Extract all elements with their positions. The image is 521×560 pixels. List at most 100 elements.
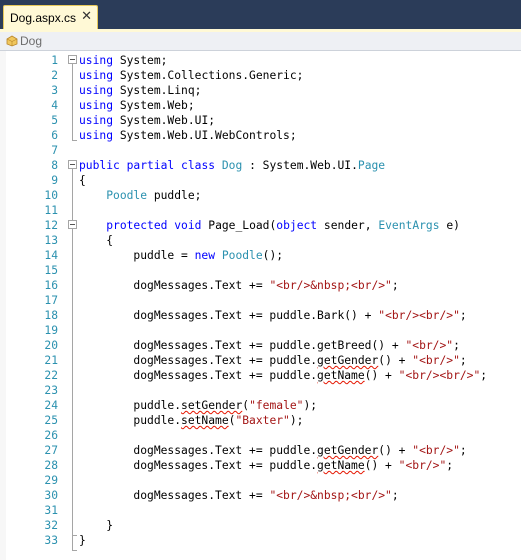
string-token: "<br/>&nbsp;<br/>" bbox=[269, 489, 392, 502]
code-text: } bbox=[79, 533, 86, 548]
code-editor[interactable]: Dog 1 using System; 2 using System.Collecti… bbox=[0, 32, 521, 560]
code-line[interactable]: 19 bbox=[0, 323, 521, 338]
code-text: puddle.setGender("female"); bbox=[79, 398, 317, 413]
code-token: ; bbox=[446, 459, 454, 472]
code-line[interactable]: 26 bbox=[0, 428, 521, 443]
code-text: { bbox=[79, 173, 86, 188]
code-line[interactable]: 31 bbox=[0, 503, 521, 518]
tab-dog-aspx-cs[interactable]: Dog.aspx.cs ✕ bbox=[3, 5, 98, 30]
error-token: getName bbox=[317, 369, 365, 382]
error-token: getGender bbox=[317, 354, 379, 367]
code-token: } bbox=[79, 534, 86, 547]
code-line[interactable]: 9{ bbox=[0, 173, 521, 188]
line-number: 10 bbox=[44, 189, 58, 202]
code-line[interactable]: 5 using System.Web.UI; bbox=[0, 113, 521, 128]
code-line[interactable]: 20 dogMessages.Text += puddle.getBreed()… bbox=[0, 338, 521, 353]
line-number: 6 bbox=[51, 129, 58, 142]
code-line[interactable]: 32 } bbox=[0, 518, 521, 533]
code-line[interactable]: 10 Poodle puddle; bbox=[0, 188, 521, 203]
code-line[interactable]: 33} bbox=[0, 533, 521, 548]
string-token: "<br/>" bbox=[412, 354, 460, 367]
code-line[interactable]: 24 puddle.setGender("female"); bbox=[0, 398, 521, 413]
code-line[interactable]: 12 protected void Page_Load(object sende… bbox=[0, 218, 521, 233]
keyword-token: using bbox=[79, 129, 114, 142]
code-token: ; bbox=[453, 339, 460, 352]
code-token: puddle. bbox=[79, 414, 182, 427]
string-token: "<br/>&nbsp;<br/>" bbox=[269, 279, 392, 292]
code-line[interactable]: 23 bbox=[0, 383, 521, 398]
code-line[interactable]: 29 bbox=[0, 473, 521, 488]
code-token: dogMessages.Text += bbox=[79, 489, 270, 502]
code-token: System.Web.UI; bbox=[119, 114, 216, 127]
line-number: 7 bbox=[51, 144, 58, 157]
line-number: 18 bbox=[44, 309, 58, 322]
code-line[interactable]: 18 dogMessages.Text += puddle.Bark() + "… bbox=[0, 308, 521, 323]
code-token: puddle = bbox=[79, 249, 195, 262]
code-line[interactable]: 11 bbox=[0, 203, 521, 218]
code-line[interactable]: 27 dogMessages.Text += puddle.getGender(… bbox=[0, 443, 521, 458]
code-line[interactable]: 15 bbox=[0, 263, 521, 278]
code-line[interactable]: 14 puddle = new Poodle(); bbox=[0, 248, 521, 263]
class-dropdown[interactable]: Dog bbox=[6, 33, 52, 49]
keyword-token: using bbox=[79, 114, 114, 127]
line-number: 22 bbox=[44, 369, 58, 382]
line-number: 2 bbox=[51, 69, 58, 82]
code-line[interactable]: 16 dogMessages.Text += "<br/>&nbsp;<br/>… bbox=[0, 278, 521, 293]
code-line[interactable]: 21 dogMessages.Text += puddle.getGender(… bbox=[0, 353, 521, 368]
type-token: Dog bbox=[221, 159, 243, 172]
code-text: using System.Web.UI.WebControls; bbox=[79, 128, 297, 143]
code-text: using System.Collections.Generic; bbox=[79, 68, 303, 83]
keyword-token: void bbox=[174, 219, 202, 232]
line-number: 25 bbox=[44, 414, 58, 427]
collapse-method-icon[interactable] bbox=[68, 220, 77, 229]
code-token: ; bbox=[459, 309, 467, 322]
code-text: dogMessages.Text += "<br/>&nbsp;<br/>"; bbox=[79, 488, 398, 503]
code-line[interactable]: 7 bbox=[0, 143, 521, 158]
line-number: 8 bbox=[51, 159, 58, 172]
line-number: 17 bbox=[44, 294, 58, 307]
code-token: ); bbox=[289, 414, 304, 427]
line-number: 4 bbox=[51, 99, 58, 112]
close-icon[interactable]: ✕ bbox=[81, 8, 92, 24]
error-token: setName bbox=[181, 414, 229, 427]
code-line[interactable]: 1 using System; bbox=[0, 53, 521, 68]
code-token: dogMessages.Text += puddle. bbox=[79, 444, 318, 457]
code-token: System.Collections.Generic; bbox=[119, 69, 304, 82]
line-number: 9 bbox=[51, 174, 58, 187]
code-token: sender, bbox=[317, 219, 379, 232]
code-token: dogMessages.Text += bbox=[79, 279, 270, 292]
code-line[interactable]: 8 public partial class Dog : System.Web.U… bbox=[0, 158, 521, 173]
code-token: System; bbox=[119, 54, 168, 67]
code-token: dogMessages.Text += puddle. bbox=[79, 354, 318, 367]
keyword-token: class bbox=[181, 159, 216, 172]
line-number: 14 bbox=[44, 249, 58, 262]
code-text: dogMessages.Text += puddle.getGender() +… bbox=[79, 353, 466, 368]
line-number: 23 bbox=[44, 384, 58, 397]
code-line[interactable]: 2 using System.Collections.Generic; bbox=[0, 68, 521, 83]
type-token: Page bbox=[357, 159, 386, 172]
code-line[interactable]: 22 dogMessages.Text += puddle.getName() … bbox=[0, 368, 521, 383]
code-token: (); bbox=[262, 249, 284, 262]
code-line[interactable]: 3 using System.Linq; bbox=[0, 83, 521, 98]
code-line[interactable]: 4 using System.Web; bbox=[0, 98, 521, 113]
code-line[interactable]: 6 using System.Web.UI.WebControls; bbox=[0, 128, 521, 143]
keyword-token: protected bbox=[106, 219, 168, 232]
code-line[interactable]: 25 puddle.setName("Baxter"); bbox=[0, 413, 521, 428]
outline-end-class bbox=[72, 550, 77, 551]
type-token: EventArgs bbox=[378, 219, 440, 232]
type-token: Poodle bbox=[106, 189, 148, 202]
code-token: ); bbox=[303, 399, 318, 412]
code-line[interactable]: 30 dogMessages.Text += "<br/>&nbsp;<br/>… bbox=[0, 488, 521, 503]
code-area[interactable]: 1 using System; 2 using System.Collections.… bbox=[0, 51, 521, 560]
code-line[interactable]: 13 { bbox=[0, 233, 521, 248]
collapse-usings-icon[interactable] bbox=[68, 55, 77, 64]
code-line[interactable]: 17 bbox=[0, 293, 521, 308]
code-token: dogMessages.Text += puddle.getBreed() + bbox=[79, 339, 406, 352]
code-line[interactable]: 28 dogMessages.Text += puddle.getName() … bbox=[0, 458, 521, 473]
collapse-class-icon[interactable] bbox=[68, 160, 77, 169]
code-text: dogMessages.Text += puddle.getBreed() + … bbox=[79, 338, 460, 353]
line-number: 20 bbox=[44, 339, 58, 352]
